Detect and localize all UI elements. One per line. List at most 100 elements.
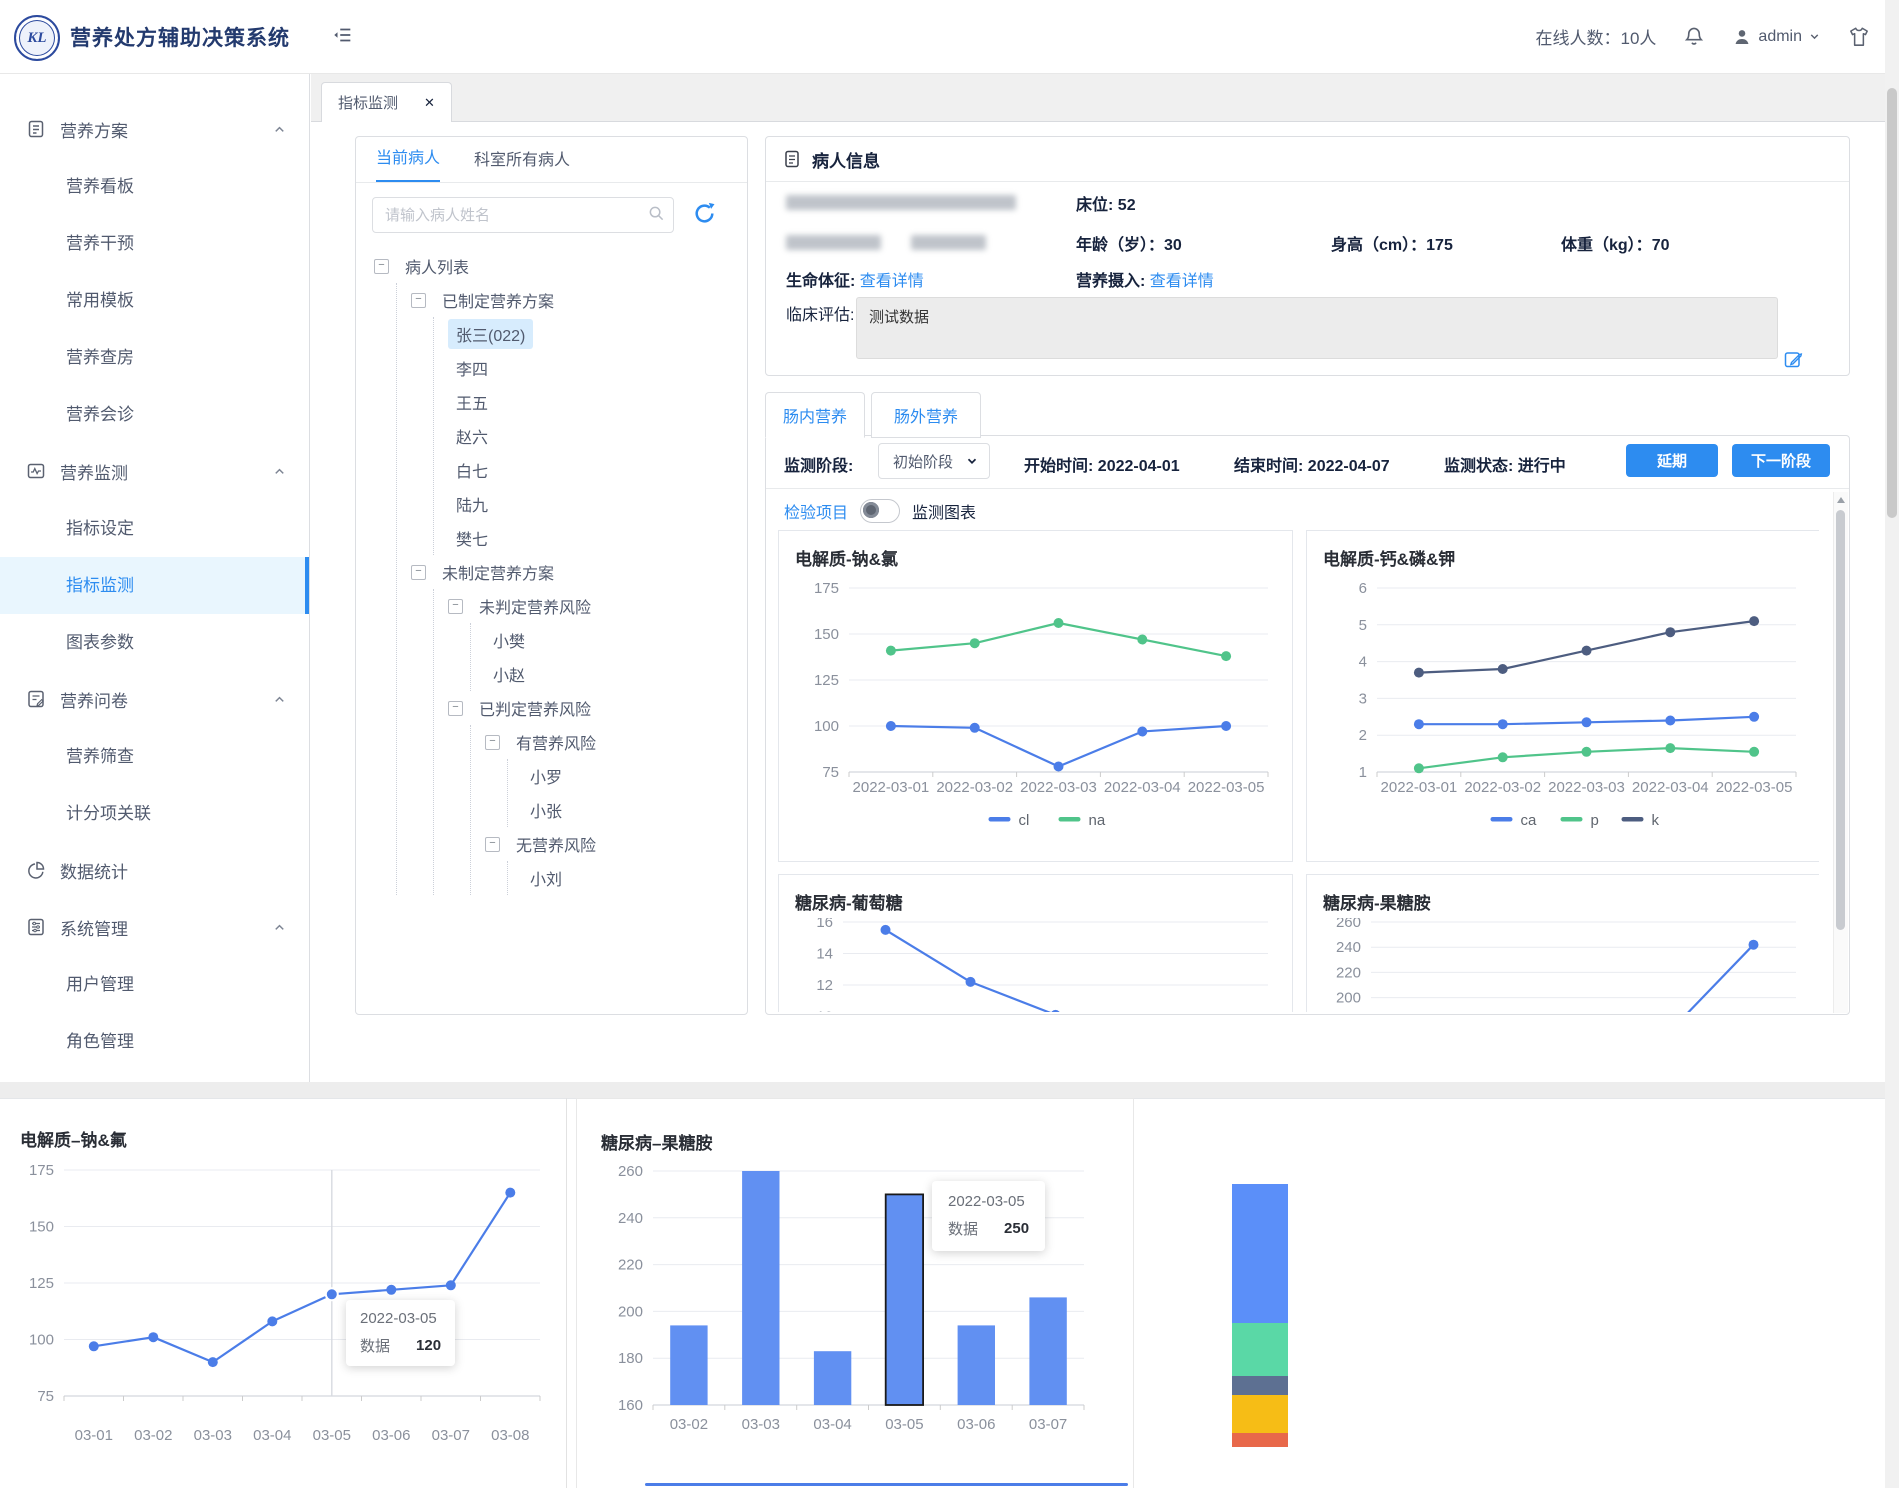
sidebar-group[interactable]: 营养方案 — [0, 101, 309, 158]
view-toggle-switch[interactable] — [860, 499, 900, 523]
tab-department-patients[interactable]: 科室所有病人 — [474, 146, 570, 182]
tree-node[interactable]: 病人列表 — [374, 249, 741, 283]
tree-leaf-patient[interactable]: 小罗 — [522, 759, 741, 793]
panel-scrollbar[interactable] — [1833, 492, 1848, 1013]
svg-text:03-01: 03-01 — [75, 1427, 113, 1444]
sidebar-item[interactable]: 营养干预 — [0, 215, 309, 272]
svg-text:03-06: 03-06 — [957, 1416, 995, 1433]
collapse-node-icon[interactable] — [411, 565, 426, 580]
collapse-node-icon[interactable] — [374, 259, 389, 274]
line-chart[interactable]: 1234562022-03-012022-03-022022-03-032022… — [1307, 574, 1819, 850]
line-chart[interactable]: 1601802002202402602022-03-012022-03-0220… — [1307, 918, 1819, 1012]
age-field: 年龄（岁）：30 — [1076, 231, 1182, 255]
sidebar-group[interactable]: 系统管理 — [0, 899, 309, 956]
sidebar-item[interactable]: 计分项关联 — [0, 785, 309, 842]
app-title: 营养处方辅助决策系统 — [70, 22, 290, 52]
stage-select[interactable]: 初始阶段 — [878, 443, 990, 479]
tree-leaf-patient[interactable]: 小刘 — [522, 861, 741, 895]
svg-text:03-03: 03-03 — [194, 1427, 232, 1444]
tree-leaf-patient[interactable]: 小赵 — [485, 657, 741, 691]
chevron-up-icon — [272, 464, 287, 479]
tree-leaf-patient[interactable]: 张三(022) — [448, 317, 741, 351]
horizontal-scrollbar[interactable] — [645, 1483, 1128, 1486]
tree-label: 李四 — [448, 353, 496, 383]
close-tab-icon[interactable]: ✕ — [424, 95, 435, 111]
sidebar-group[interactable]: 营养问卷 — [0, 671, 309, 728]
tree-leaf-patient[interactable]: 赵六 — [448, 419, 741, 453]
tree-leaf-patient[interactable]: 陆九 — [448, 487, 741, 521]
line-chart[interactable]: 7510012515017503-0103-0203-0303-0403-050… — [6, 1162, 554, 1462]
document-icon — [26, 119, 48, 141]
tree-leaf-patient[interactable]: 小张 — [522, 793, 741, 827]
user-menu[interactable]: admin — [1732, 27, 1821, 47]
height-field: 身高（cm）：175 — [1331, 231, 1453, 255]
charts-area: 电解质-钠&氯751001251501752022-03-012022-03-0… — [778, 530, 1819, 1012]
scroll-up-icon[interactable] — [1837, 497, 1845, 503]
intake-detail-link[interactable]: 查看详情 — [1150, 273, 1214, 290]
sidebar-item[interactable]: 指标监测 — [0, 557, 309, 614]
refresh-icon[interactable] — [692, 201, 717, 226]
line-chart[interactable]: 751001251501752022-03-012022-03-022022-0… — [779, 574, 1292, 850]
collapse-node-icon[interactable] — [448, 701, 463, 716]
tree-leaf-patient[interactable]: 小樊 — [485, 623, 741, 657]
tree-leaf-patient[interactable]: 王五 — [448, 385, 741, 419]
sidebar-item[interactable]: 角色管理 — [0, 1013, 309, 1070]
collapse-node-icon[interactable] — [411, 293, 426, 308]
sidebar-item[interactable]: 营养查房 — [0, 329, 309, 386]
tab-enteral-nutrition[interactable]: 肠内营养 — [765, 392, 865, 438]
chart-svg: 751001251501752022-03-012022-03-022022-0… — [791, 574, 1280, 850]
svg-text:cl: cl — [1019, 812, 1030, 829]
menu-collapse-icon[interactable] — [332, 24, 354, 46]
tree-leaf-patient[interactable]: 白七 — [448, 453, 741, 487]
svg-text:2022-03-02: 2022-03-02 — [936, 779, 1013, 796]
tree-label: 小樊 — [485, 625, 533, 655]
line-chart[interactable]: 8101214162022-03-012022-03-022022-03-032… — [779, 918, 1292, 1012]
tree-leaf-patient[interactable]: 李四 — [448, 351, 741, 385]
svg-text:175: 175 — [814, 580, 839, 597]
sidebar-item[interactable]: 营养筛查 — [0, 728, 309, 785]
tree-leaf-patient[interactable]: 樊七 — [448, 521, 741, 555]
theme-icon[interactable] — [1847, 25, 1871, 49]
svg-text:2022-03-05: 2022-03-05 — [1188, 779, 1265, 796]
sidebar-item[interactable]: 用户管理 — [0, 956, 309, 1013]
search-icon[interactable] — [648, 205, 665, 222]
scrollbar-thumb[interactable] — [1836, 510, 1845, 930]
document-icon — [782, 149, 802, 169]
sidebar-item[interactable]: 营养会诊 — [0, 386, 309, 443]
svg-text:75: 75 — [822, 764, 839, 781]
tree-label: 未制定营养方案 — [434, 557, 562, 587]
lab-items-link[interactable]: 检验项目 — [784, 499, 848, 523]
sidebar-item[interactable]: 营养看板 — [0, 158, 309, 215]
sidebar-group-label: 系统管理 — [60, 915, 128, 940]
sidebar-group[interactable]: 营养监测 — [0, 443, 309, 500]
sidebar-item[interactable]: 常用模板 — [0, 272, 309, 329]
page-scrollbar[interactable] — [1885, 0, 1899, 1488]
bell-icon[interactable] — [1682, 25, 1706, 49]
sidebar-item[interactable]: 图表参数 — [0, 614, 309, 671]
vitals-detail-link[interactable]: 查看详情 — [860, 273, 924, 290]
assessment-textarea[interactable]: 测试数据 — [856, 297, 1778, 359]
next-stage-button[interactable]: 下一阶段 — [1732, 444, 1830, 477]
scrollbar-thumb[interactable] — [1887, 88, 1897, 518]
patient-search-input[interactable] — [372, 197, 674, 233]
collapse-node-icon[interactable] — [485, 837, 500, 852]
tree-node[interactable]: 已制定营养方案 — [411, 283, 741, 317]
tree-node[interactable]: 已判定营养风险 — [448, 691, 741, 725]
sidebar-group[interactable]: 数据统计 — [0, 842, 309, 899]
tree-node[interactable]: 未判定营养风险 — [448, 589, 741, 623]
patient-info-title: 病人信息 — [812, 147, 880, 172]
tab-indicator-monitoring[interactable]: 指标监测 ✕ — [321, 82, 452, 122]
tooltip-date: 2022-03-05 — [360, 1310, 441, 1327]
tree-node[interactable]: 无营养风险 — [485, 827, 741, 861]
svg-text:2022-03-04: 2022-03-04 — [1104, 779, 1181, 796]
tab-current-patients[interactable]: 当前病人 — [376, 144, 440, 182]
tab-parenteral-nutrition[interactable]: 肠外营养 — [871, 392, 981, 438]
sidebar-item[interactable]: 指标设定 — [0, 500, 309, 557]
tree-node[interactable]: 未制定营养方案 — [411, 555, 741, 589]
tree-node[interactable]: 有营养风险 — [485, 725, 741, 759]
delay-button[interactable]: 延期 — [1626, 444, 1718, 477]
collapse-node-icon[interactable] — [485, 735, 500, 750]
edit-icon[interactable] — [1783, 349, 1803, 369]
svg-text:5: 5 — [1359, 617, 1367, 634]
collapse-node-icon[interactable] — [448, 599, 463, 614]
